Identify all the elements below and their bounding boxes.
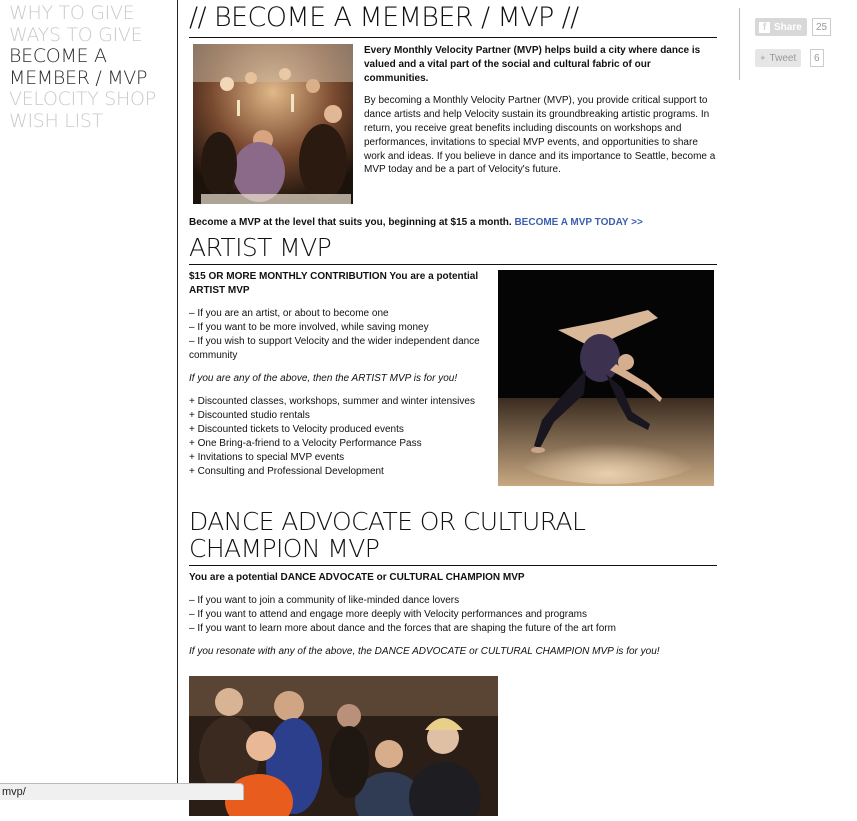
nav-item-wish-list[interactable]: WISH LIST	[9, 110, 174, 133]
page-title: // BECOME A MEMBER / MVP //	[189, 3, 717, 38]
advocate-text: You are a potential DANCE ADVOCATE or CU…	[189, 571, 717, 659]
facebook-share-button[interactable]: f Share	[755, 18, 807, 36]
list-item: + Discounted studio rentals	[189, 410, 310, 421]
artist-conditions: – If you are an artist, or about to beco…	[189, 307, 494, 363]
advocate-section: DANCE ADVOCATE OR CULTURAL CHAMPION MVP …	[189, 508, 717, 821]
list-item: – If you want to learn more about dance …	[189, 623, 616, 634]
list-item: – If you are an artist, or about to beco…	[189, 308, 389, 319]
list-item: + One Bring-a-friend to a Velocity Perfo…	[189, 438, 422, 449]
tweet-label: Tweet	[769, 52, 797, 64]
tweet-count: 6	[810, 49, 824, 67]
list-item: – If you wish to support Velocity and th…	[189, 336, 480, 361]
advocate-conditions: – If you want to join a community of lik…	[189, 594, 717, 636]
list-item: – If you want to join a community of lik…	[189, 595, 460, 606]
share-count: 25	[812, 18, 832, 36]
nav-item-why-to-give[interactable]: WHY TO GIVE	[9, 2, 174, 25]
artist-text: $15 OR MORE MONTHLY CONTRIBUTION You are…	[189, 270, 494, 488]
share-label: Share	[774, 21, 802, 33]
artist-note: If you are any of the above, then the AR…	[189, 373, 458, 384]
nav-item-become-a-member[interactable]: BECOME A MEMBER / MVP	[9, 45, 174, 89]
list-item: + Discounted tickets to Velocity produce…	[189, 424, 404, 435]
tweet-button[interactable]: ✦ Tweet	[755, 49, 802, 67]
become-mvp-link[interactable]: BECOME A MVP TODAY >>	[514, 217, 642, 228]
twitter-icon: ✦	[759, 52, 767, 63]
artist-heading: ARTIST MVP	[189, 234, 717, 265]
levels-text: Become a MVP at the level that suits you…	[189, 217, 512, 228]
main-content: // BECOME A MEMBER / MVP // Every Monthl…	[189, 0, 717, 821]
intro-body: By becoming a Monthly Velocity Partner (…	[364, 95, 716, 176]
nav-item-velocity-shop[interactable]: VELOCITY SHOP	[9, 88, 174, 111]
social-share: f Share 25 ✦ Tweet 6	[739, 8, 850, 80]
list-item: + Invitations to special MVP events	[189, 452, 345, 463]
advocate-lead: You are a potential DANCE ADVOCATE or CU…	[189, 572, 525, 583]
intro-section: Every Monthly Velocity Partner (MVP) hel…	[189, 44, 717, 206]
status-bar: mvp/	[0, 783, 244, 800]
list-item: – If you want to be more involved, while…	[189, 322, 429, 333]
advocate-heading: DANCE ADVOCATE OR CULTURAL CHAMPION MVP	[189, 508, 717, 566]
side-nav: WHY TO GIVE WAYS TO GIVE BECOME A MEMBER…	[9, 2, 174, 133]
nav-item-ways-to-give[interactable]: WAYS TO GIVE	[9, 24, 174, 47]
list-item: – If you want to attend and engage more …	[189, 609, 588, 620]
advocate-note: If you resonate with any of the above, t…	[189, 646, 660, 657]
list-item: + Discounted classes, workshops, summer …	[189, 396, 475, 407]
intro-text: Every Monthly Velocity Partner (MVP) hel…	[364, 44, 717, 186]
list-item: + Consulting and Professional Developmen…	[189, 466, 384, 477]
intro-lead: Every Monthly Velocity Partner (MVP) hel…	[364, 45, 701, 84]
facebook-icon: f	[759, 21, 770, 33]
levels-line: Become a MVP at the level that suits you…	[189, 217, 717, 228]
artist-lead: $15 OR MORE MONTHLY CONTRIBUTION You are…	[189, 271, 479, 296]
artist-benefits: + Discounted classes, workshops, summer …	[189, 395, 494, 479]
artist-section: $15 OR MORE MONTHLY CONTRIBUTION You are…	[189, 270, 717, 498]
dancer-photo	[498, 270, 714, 486]
column-divider	[177, 0, 178, 800]
gala-photo	[193, 44, 353, 204]
